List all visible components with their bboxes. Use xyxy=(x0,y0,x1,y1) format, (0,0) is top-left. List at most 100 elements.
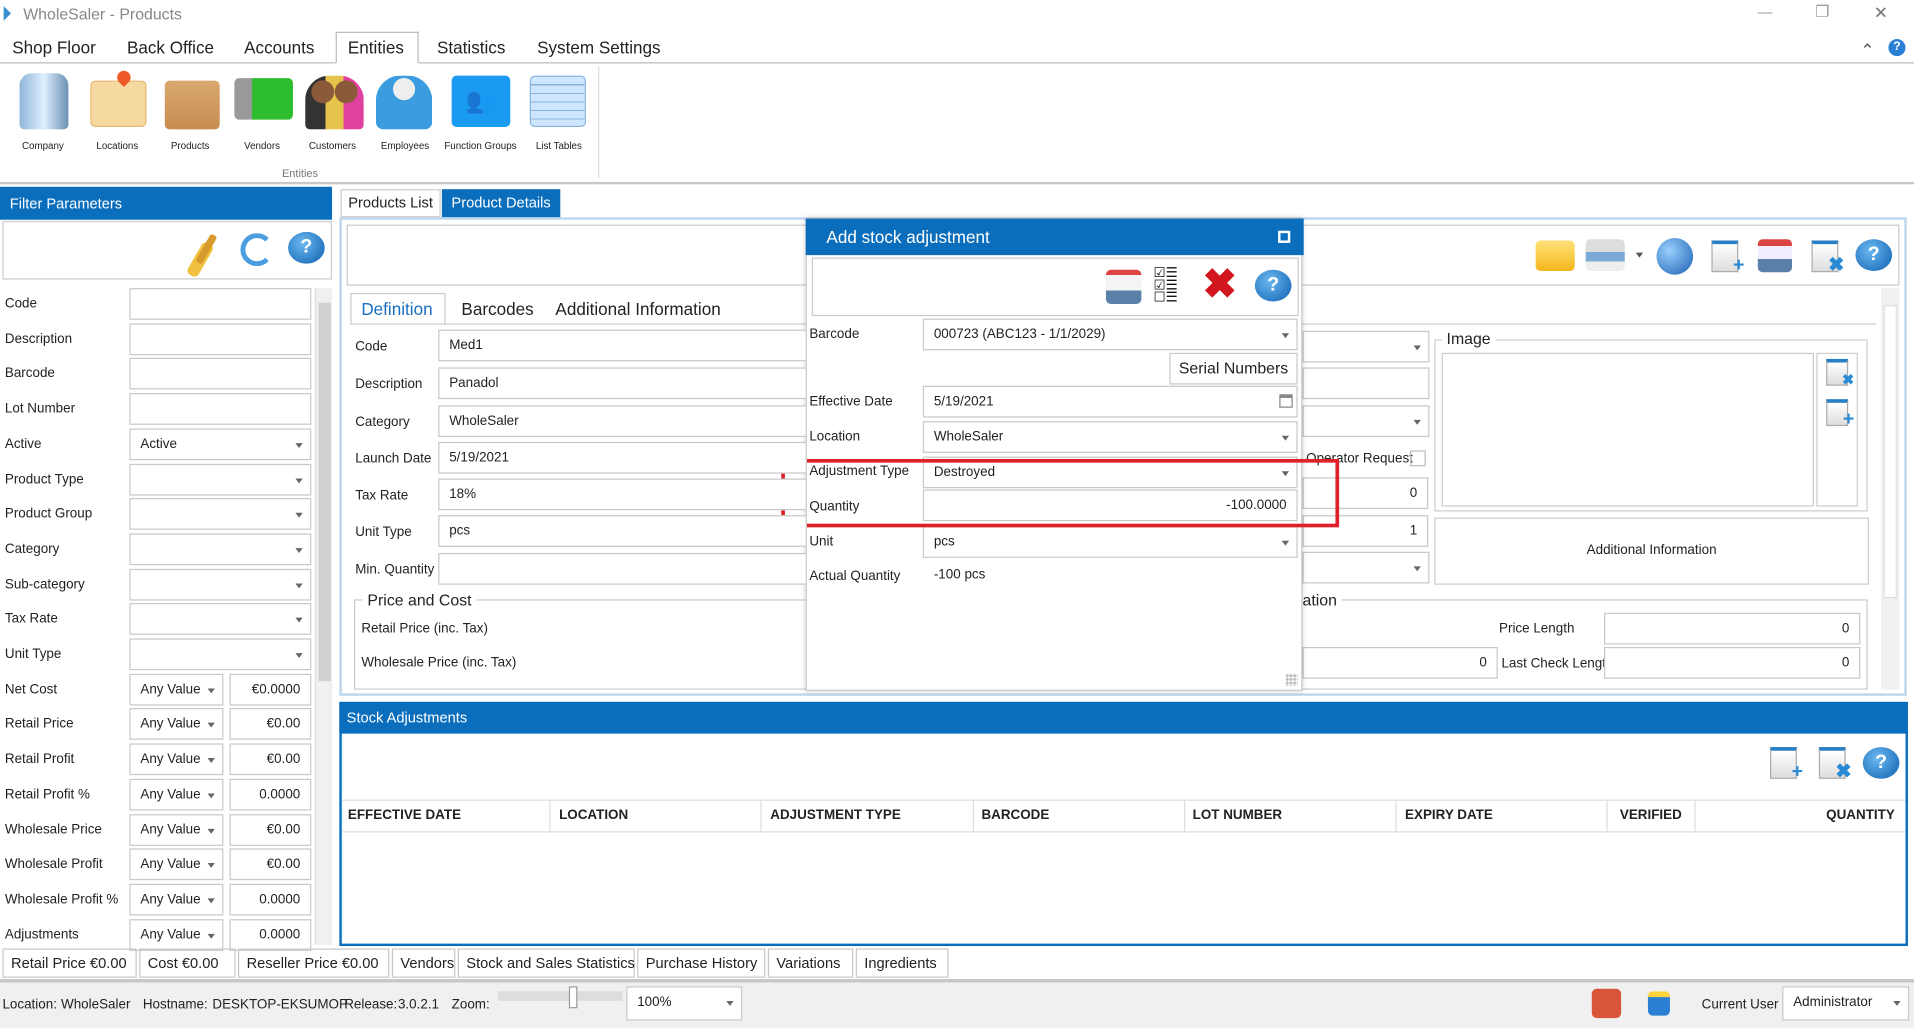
help-icon[interactable]: ? xyxy=(1888,39,1906,57)
tab-products-list[interactable]: Products List xyxy=(340,189,441,218)
globe-icon[interactable] xyxy=(1656,238,1694,275)
filter-net-cost-value[interactable]: €0.0000 xyxy=(229,673,312,706)
tab-barcodes[interactable]: Barcodes xyxy=(461,299,533,319)
filter-wholesale-profit-operator[interactable]: Any Value xyxy=(129,883,224,916)
right-select-1[interactable] xyxy=(1302,330,1430,363)
add-adjustment-icon[interactable]: + xyxy=(1770,747,1803,782)
print-icon[interactable] xyxy=(1585,239,1625,271)
zoom-select[interactable]: 100% xyxy=(626,986,743,1021)
ribbon-company[interactable]: Company xyxy=(22,140,64,151)
col-expiry-date[interactable]: EXPIRY DATE xyxy=(1405,808,1493,823)
menu-tab-statistics[interactable]: Statistics xyxy=(437,38,505,58)
zoom-slider-thumb[interactable] xyxy=(568,986,578,1009)
location-select[interactable]: WholeSaler xyxy=(922,421,1298,453)
bottom-tab-purchase-history[interactable]: Purchase History xyxy=(637,948,766,978)
right-select-2[interactable] xyxy=(1302,405,1430,438)
customers-icon[interactable] xyxy=(305,75,364,130)
delete-document-icon[interactable]: ✖ xyxy=(1811,240,1844,275)
collapse-ribbon-icon[interactable]: ⌃ xyxy=(1860,40,1874,61)
ribbon-locations[interactable]: Locations xyxy=(96,140,138,151)
filter-net-cost-operator[interactable]: Any Value xyxy=(129,673,224,706)
filter-code-input[interactable] xyxy=(129,288,312,320)
ribbon-function-groups[interactable]: Function Groups xyxy=(444,140,516,151)
code-input[interactable]: Med1 xyxy=(438,329,807,362)
filter-wholesale-profit-value[interactable]: €0.00 xyxy=(229,848,312,881)
ribbon-employees[interactable]: Employees xyxy=(381,140,429,151)
filter-retail-price-value[interactable]: €0.00 xyxy=(229,708,312,741)
dialog-save-icon[interactable] xyxy=(1105,269,1142,304)
bottom-tab-stock-and-sales-statistics[interactable]: Stock and Sales Statistics xyxy=(457,948,635,978)
other-length-input[interactable]: 0 xyxy=(1302,646,1498,679)
filter-retail-profit-operator[interactable]: Any Value xyxy=(129,778,224,811)
dialog-help-icon[interactable]: ? xyxy=(1254,269,1292,302)
min-quantity-input[interactable] xyxy=(438,552,807,585)
filter-retail-profit-operator[interactable]: Any Value xyxy=(129,743,224,776)
filter-tax-rate-select[interactable] xyxy=(129,603,312,636)
col-location[interactable]: LOCATION xyxy=(559,808,628,823)
effective-date-input[interactable]: 5/19/2021 xyxy=(922,385,1298,418)
price-length-input[interactable]: 0 xyxy=(1603,612,1861,645)
employees-icon[interactable] xyxy=(375,75,433,130)
right-input-1[interactable] xyxy=(1302,367,1430,400)
filter-sub-category-select[interactable] xyxy=(129,568,312,601)
menu-tab-system-settings[interactable]: System Settings xyxy=(537,38,660,58)
filter-product-type-select[interactable] xyxy=(129,463,312,495)
calendar-icon[interactable] xyxy=(1279,394,1293,408)
filter-adjustments-operator[interactable]: Any Value xyxy=(129,918,224,951)
filter-wholesale-profit-value[interactable]: 0.0000 xyxy=(229,883,312,916)
filter-description-input[interactable] xyxy=(129,323,312,355)
right-select-3[interactable] xyxy=(1302,551,1430,584)
delete-adjustment-icon[interactable]: ✖ xyxy=(1818,747,1852,782)
refresh-icon[interactable] xyxy=(240,233,274,267)
open-folder-icon[interactable] xyxy=(1535,240,1575,271)
serial-numbers-button[interactable]: Serial Numbers xyxy=(1169,352,1298,385)
dialog-cancel-icon[interactable]: ✖ xyxy=(1202,260,1237,309)
filter-retail-price-operator[interactable]: Any Value xyxy=(129,708,224,741)
category-input[interactable]: WholeSaler xyxy=(438,405,807,438)
tax-rate-input[interactable]: 18% xyxy=(438,478,807,511)
unit-type-input[interactable]: pcs xyxy=(438,515,807,547)
menu-tab-entities[interactable]: Entities xyxy=(348,38,404,58)
function-groups-icon[interactable]: 👥 xyxy=(451,75,511,127)
products-icon[interactable] xyxy=(164,80,220,130)
filter-wholesale-profit-operator[interactable]: Any Value xyxy=(129,848,224,881)
details-help-icon[interactable]: ? xyxy=(1855,239,1893,271)
ribbon-list-tables[interactable]: List Tables xyxy=(536,140,582,151)
vendors-icon[interactable] xyxy=(234,78,293,120)
col-quantity[interactable]: QUANTITY xyxy=(1826,808,1895,823)
col-effective-date[interactable]: EFFECTIVE DATE xyxy=(348,808,461,823)
filter-wholesale-price-value[interactable]: €0.00 xyxy=(229,813,312,846)
close-button[interactable]: ✕ xyxy=(1874,2,1888,23)
filter-retail-profit-value[interactable]: 0.0000 xyxy=(229,778,312,811)
col-barcode[interactable]: BARCODE xyxy=(981,808,1049,823)
operator-request-checkbox[interactable] xyxy=(1409,450,1426,467)
lock-icon[interactable] xyxy=(1647,991,1670,1016)
ribbon-customers[interactable]: Customers xyxy=(309,140,356,151)
ribbon-vendors[interactable]: Vendors xyxy=(244,140,280,151)
restore-button[interactable]: ❐ xyxy=(1815,2,1829,22)
bottom-tab-ingredients[interactable]: Ingredients xyxy=(855,948,949,978)
company-icon[interactable] xyxy=(19,73,69,130)
filter-lot-number-input[interactable] xyxy=(129,393,312,425)
filter-wholesale-price-operator[interactable]: Any Value xyxy=(129,813,224,846)
menu-tab-back-office[interactable]: Back Office xyxy=(127,38,214,58)
bottom-tab-cost-0-00[interactable]: Cost €0.00 xyxy=(139,948,236,978)
add-document-icon[interactable]: + xyxy=(1711,240,1744,275)
dialog-resize-grip[interactable] xyxy=(1285,673,1298,687)
current-user-select[interactable]: Administrator xyxy=(1782,986,1910,1021)
launch-date-input[interactable]: 5/19/2021 xyxy=(438,441,807,474)
col-verified[interactable]: VERIFIED xyxy=(1620,808,1682,823)
last-check-length-input[interactable]: 0 xyxy=(1603,646,1861,679)
filter-help-icon[interactable]: ? xyxy=(288,231,325,264)
tab-definition[interactable]: Definition xyxy=(361,299,432,319)
filter-category-select[interactable] xyxy=(129,533,312,566)
locations-icon[interactable] xyxy=(90,80,147,127)
notification-icon[interactable] xyxy=(1591,988,1622,1019)
filter-barcode-input[interactable] xyxy=(129,358,312,390)
barcode-select[interactable]: 000723 (ABC123 - 1/1/2029) xyxy=(922,318,1298,351)
filter-adjustments-value[interactable]: 0.0000 xyxy=(229,918,312,951)
ribbon-products[interactable]: Products xyxy=(171,140,210,151)
unit-select[interactable]: pcs xyxy=(922,526,1298,558)
col-adjustment-type[interactable]: ADJUSTMENT TYPE xyxy=(770,808,901,823)
menu-tab-shop-floor[interactable]: Shop Floor xyxy=(12,38,96,58)
